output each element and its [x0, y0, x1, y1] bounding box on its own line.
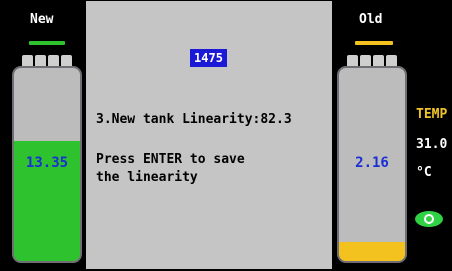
prompt-line-1: Press ENTER to save — [96, 152, 245, 167]
old-tank-cap — [346, 55, 398, 66]
screen: New 13.35 1475 3.New tank Linearity:82.3… — [0, 0, 452, 271]
new-tank-title: New — [30, 12, 54, 27]
new-tank-cap — [21, 55, 73, 66]
prompt-line-2: the linearity — [96, 170, 198, 185]
old-tank-indicator — [355, 41, 393, 45]
temp-label: TEMP — [416, 107, 448, 122]
new-tank-indicator — [29, 41, 65, 45]
temp-unit: °C — [416, 165, 432, 180]
counter-badge: 1475 — [190, 49, 227, 67]
new-tank-gauge: 13.35 — [12, 66, 82, 263]
old-tank-value: 2.16 — [355, 155, 389, 171]
eye-icon[interactable] — [415, 211, 443, 227]
linearity-text: 3.New tank Linearity:82.3 — [96, 112, 292, 127]
old-tank-fill — [339, 241, 405, 261]
new-tank-value: 13.35 — [25, 155, 69, 171]
temp-value: 31.0 — [416, 137, 448, 152]
message-panel — [86, 1, 332, 269]
old-tank-gauge: 2.16 — [337, 66, 407, 263]
old-tank-title: Old — [359, 12, 383, 27]
